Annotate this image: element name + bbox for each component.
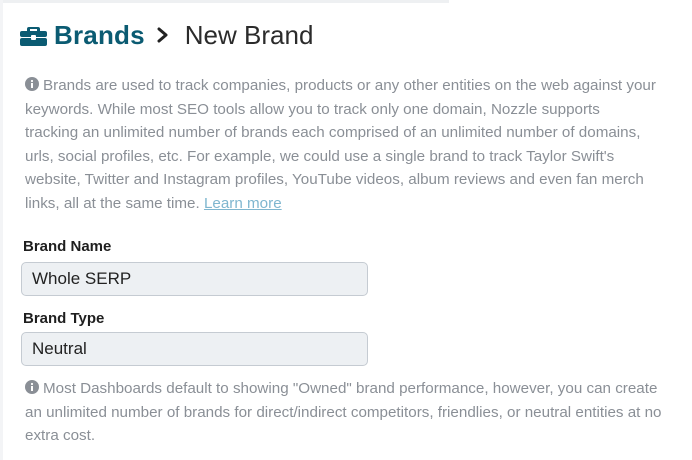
- brand-name-label: Brand Name: [23, 238, 112, 255]
- learn-more-link[interactable]: Learn more: [204, 195, 282, 212]
- briefcase-icon: [20, 24, 47, 46]
- brand-name-value: Whole SERP: [32, 269, 132, 288]
- top-divider: [3, 0, 449, 3]
- brand-type-value: Neutral: [32, 339, 87, 358]
- info-circle-icon: [25, 378, 39, 394]
- intro-description: Brands are used to track companies, prod…: [25, 74, 657, 216]
- brand-type-note: Most Dashboards default to showing "Owne…: [25, 377, 665, 448]
- new-brand-panel: Brands New Brand Brands are used to trac…: [3, 0, 692, 460]
- intro-text: Brands are used to track companies, prod…: [25, 77, 656, 212]
- brand-type-select[interactable]: Neutral: [21, 332, 368, 366]
- breadcrumb-brands-link[interactable]: Brands: [54, 20, 145, 51]
- page-title: New Brand: [184, 19, 314, 50]
- footnote-text: Most Dashboards default to showing "Owne…: [25, 380, 662, 445]
- breadcrumb: Brands New Brand: [20, 18, 313, 52]
- brand-name-input[interactable]: Whole SERP: [21, 262, 368, 296]
- brand-type-label: Brand Type: [23, 310, 105, 327]
- chevron-right-icon: [157, 27, 171, 43]
- info-circle-icon: [25, 75, 39, 91]
